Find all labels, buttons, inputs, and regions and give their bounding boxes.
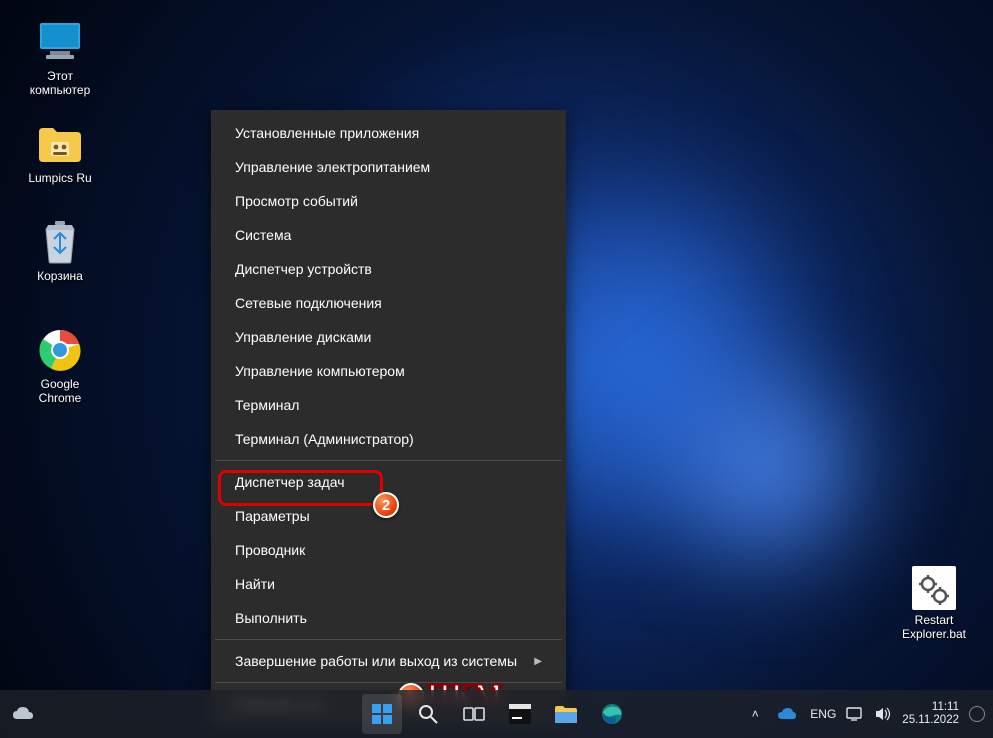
chevron-up-icon: ˄ [752, 707, 759, 721]
network-icon [846, 706, 864, 722]
system-tray: ˄ ENG 11:11 25.11.2022 [746, 701, 985, 727]
menu-item-installed-apps[interactable]: Установленные приложения [213, 116, 564, 150]
desktop-icon-label: RestartExplorer.bat [894, 614, 974, 642]
cloud-icon [10, 701, 36, 727]
bat-file-icon [912, 566, 956, 610]
menu-item-power-management[interactable]: Управление электропитанием [213, 150, 564, 184]
menu-item-computer-management[interactable]: Управление компьютером [213, 354, 564, 388]
menu-item-search[interactable]: Найти [213, 567, 564, 601]
menu-item-device-manager[interactable]: Диспетчер устройств [213, 252, 564, 286]
terminal-icon [508, 703, 532, 725]
start-context-menu: Установленные приложения Управление элек… [211, 110, 566, 727]
desktop-icon-this-pc[interactable]: Этоткомпьютер [20, 18, 100, 98]
menu-item-disk-management[interactable]: Управление дисками [213, 320, 564, 354]
desktop-icon-chrome[interactable]: GoogleChrome [20, 326, 100, 406]
menu-item-terminal[interactable]: Терминал [213, 388, 564, 422]
menu-item-terminal-admin[interactable]: Терминал (Администратор) [213, 422, 564, 456]
menu-item-shutdown-signout[interactable]: Завершение работы или выход из системы▶ [213, 644, 564, 678]
tray-show-hidden[interactable]: ˄ [746, 705, 764, 723]
desktop-icon-restart-bat[interactable]: RestartExplorer.bat [894, 566, 974, 642]
desktop-icon-label: GoogleChrome [20, 378, 100, 406]
tray-onedrive[interactable] [774, 705, 800, 723]
menu-separator [215, 460, 562, 461]
chevron-right-icon: ▶ [534, 656, 542, 667]
search-icon [417, 703, 439, 725]
folder-icon [553, 703, 579, 725]
task-view-button[interactable] [454, 694, 494, 734]
menu-item-run[interactable]: Выполнить [213, 601, 564, 635]
menu-item-explorer[interactable]: Проводник [213, 533, 564, 567]
windows-icon [370, 702, 394, 726]
recycle-bin-icon [36, 218, 84, 266]
tray-network[interactable] [846, 705, 864, 723]
taskbar-weather[interactable] [10, 701, 36, 727]
menu-separator [215, 639, 562, 640]
folder-icon [36, 120, 84, 168]
desktop-icon-label: Lumpics Ru [20, 172, 100, 186]
taskbar-explorer[interactable] [546, 694, 586, 734]
tray-language[interactable]: ENG [810, 705, 836, 723]
taskbar-terminal[interactable] [500, 694, 540, 734]
annotation-badge-2: 2 [373, 492, 399, 518]
search-button[interactable] [408, 694, 448, 734]
tray-notifications[interactable] [969, 706, 985, 722]
menu-item-network-connections[interactable]: Сетевые подключения [213, 286, 564, 320]
tray-clock[interactable]: 11:11 25.11.2022 [902, 701, 959, 727]
menu-item-system[interactable]: Система [213, 218, 564, 252]
start-button[interactable] [362, 694, 402, 734]
taskbar-center [362, 694, 632, 734]
desktop-icon-recycle-bin[interactable]: Корзина [20, 218, 100, 284]
tray-time: 11:11 [902, 701, 959, 714]
cloud-icon [777, 707, 797, 721]
desktop-icon-lumpics[interactable]: Lumpics Ru [20, 120, 100, 186]
menu-item-event-viewer[interactable]: Просмотр событий [213, 184, 564, 218]
tray-volume[interactable] [874, 705, 892, 723]
desktop-icon-label: Корзина [20, 270, 100, 284]
monitor-icon [36, 18, 84, 66]
speaker-icon [874, 706, 892, 722]
taskbar-edge[interactable] [592, 694, 632, 734]
tray-date: 25.11.2022 [902, 714, 959, 727]
taskbar: ˄ ENG 11:11 25.11.2022 [0, 690, 993, 738]
menu-separator [215, 682, 562, 683]
desktop-icon-label: Этоткомпьютер [20, 70, 100, 98]
chrome-icon [36, 326, 84, 374]
edge-icon [600, 702, 624, 726]
task-view-icon [463, 705, 485, 723]
